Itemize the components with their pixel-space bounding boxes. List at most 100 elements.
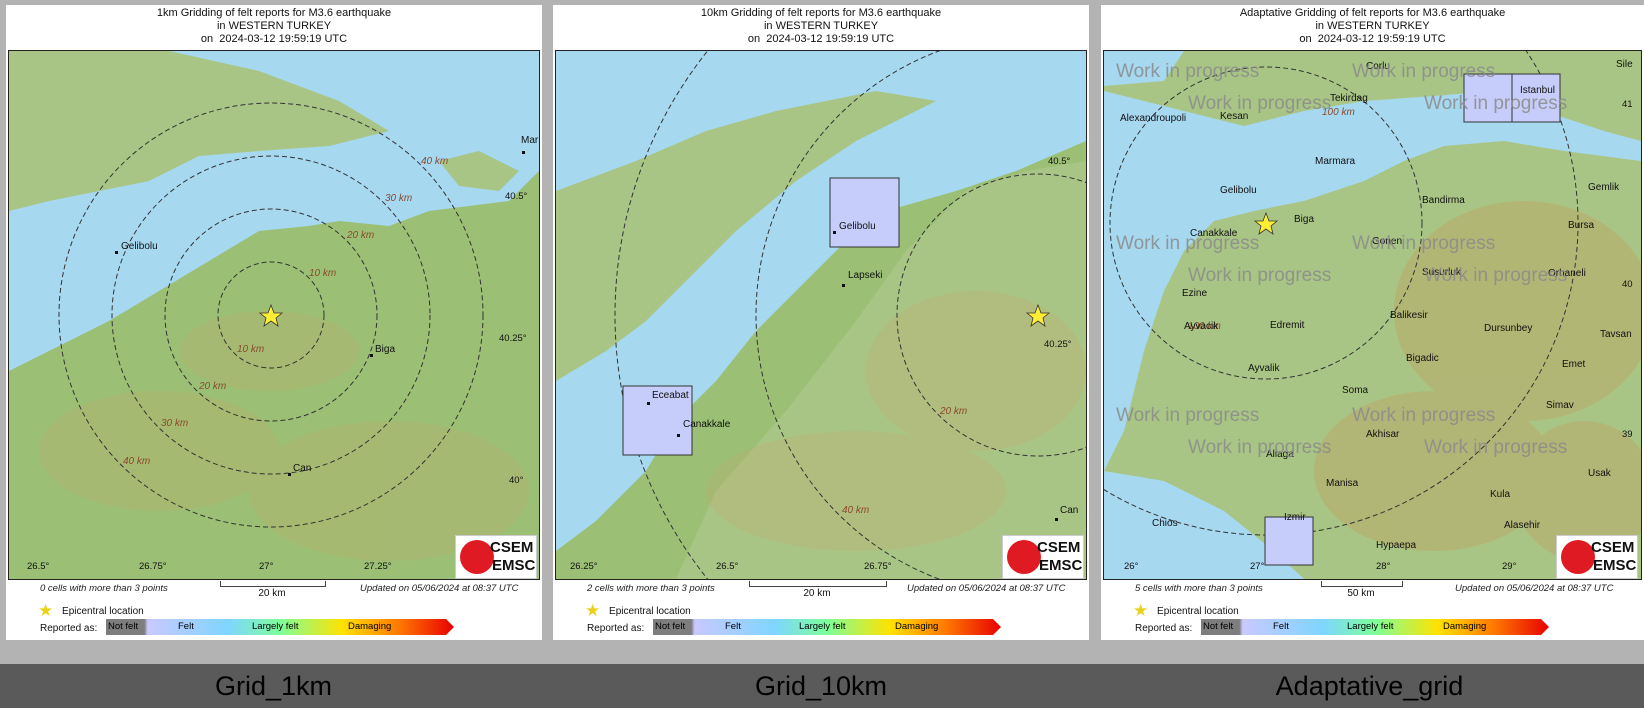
place-label: Gelibolu [121, 241, 158, 252]
distance-label: 10 km [309, 268, 336, 279]
watermark-text: Work in progress [1352, 61, 1495, 82]
place-label: Usak [1588, 468, 1612, 479]
watermark-text: Work in progress [1188, 265, 1331, 286]
place-label: Soma [1342, 385, 1369, 396]
distance-label: 40 km [842, 505, 869, 516]
legend-label: Epicentral location [609, 605, 691, 617]
place-label: Bigadic [1406, 353, 1439, 364]
place-label: Chios [1152, 518, 1178, 529]
place-label: Canakkale [683, 419, 731, 430]
place-label: Gelibolu [839, 221, 876, 232]
place-label: Can [1060, 505, 1078, 516]
place-label: Bursa [1568, 220, 1595, 231]
cells-note: 2 cells with more than 3 points [587, 583, 715, 594]
lon-tick: 26.5° [27, 561, 49, 572]
watermark-text: Work in progress [1352, 405, 1495, 426]
place-label: Emet [1562, 359, 1586, 370]
place-label: Balikesir [1390, 310, 1428, 321]
reported-as-label: Reported as: [40, 623, 98, 634]
place-label: Gelibolu [1220, 185, 1257, 196]
scale-bar [749, 581, 887, 587]
watermark-text: Work in progress [1188, 93, 1331, 114]
emsc-logo: CSEM EMSC [1002, 535, 1084, 579]
distance-label: 30 km [161, 418, 188, 429]
lon-tick: 27° [1250, 561, 1265, 572]
star-icon: ★ [585, 601, 601, 620]
level-label: Damaging [348, 621, 392, 632]
place-label: Ayvalik [1248, 363, 1280, 374]
watermark-text: Work in progress [1424, 93, 1567, 114]
intensity-scale: Not felt Felt Largely felt Damaging [106, 619, 454, 635]
distance-label: 20 km [198, 381, 226, 392]
level-label: Largely felt [252, 621, 299, 632]
lat-tick: 39 [1622, 429, 1633, 440]
level-label: Largely felt [1347, 621, 1394, 632]
level-label: Largely felt [799, 621, 846, 632]
distance-label: 20 km [346, 230, 374, 241]
lon-tick: 27° [259, 561, 274, 572]
star-icon: ★ [38, 601, 54, 620]
place-label: Kula [1490, 489, 1510, 500]
map-view[interactable]: 20 km 40 km Gelibolu Lapseki Eceabat Can… [555, 50, 1087, 580]
scale-label: 20 km [803, 588, 831, 599]
watermark-text: Work in progress [1424, 437, 1567, 458]
lon-tick: 29° [1502, 561, 1517, 572]
reported-as-label: Reported as: [587, 623, 645, 634]
cells-note: 0 cells with more than 3 points [40, 583, 168, 594]
map-title: Adaptative Gridding of felt reports for … [1101, 7, 1644, 46]
place-label: Alexandroupoli [1120, 113, 1186, 124]
map-title: 1km Gridding of felt reports for M3.6 ea… [6, 7, 542, 46]
place-label: Gemlik [1588, 182, 1620, 193]
star-icon: ★ [1133, 601, 1149, 620]
map-view[interactable]: 40 km 30 km 20 km 10 km 10 km 20 km 30 k… [8, 50, 540, 580]
place-label: Tekirdag [1330, 93, 1368, 104]
map-view[interactable]: 100 km 100 km Corlu Istanbul Sile Tekird… [1103, 50, 1642, 580]
legend-label: Epicentral location [62, 605, 144, 617]
map-sheet: 10km Gridding of felt reports for M3.6 e… [553, 5, 1089, 640]
place-label: Can [293, 463, 311, 474]
place-label: Tavsan [1600, 329, 1632, 340]
updated-note: Updated on 05/06/2024 at 08:37 UTC [907, 583, 1066, 594]
level-label: Damaging [895, 621, 939, 632]
place-label: Simav [1546, 400, 1574, 411]
lon-tick: 26.5° [716, 561, 738, 572]
place-label: Biga [1294, 214, 1314, 225]
title-line: in WESTERN TURKEY [763, 20, 879, 32]
panel-grid-1km: 1km Gridding of felt reports for M3.6 ea… [0, 0, 547, 664]
caption-grid-10km: Grid_10km [754, 671, 888, 701]
felt-cell [829, 177, 900, 248]
epicenter-legend: ★ Epicentral location [585, 601, 691, 621]
title-line: on 2024-03-12 19:59:19 UTC [747, 33, 895, 45]
watermark-text: Work in progress [1116, 405, 1259, 426]
lat-tick: 40.25° [499, 333, 527, 344]
place-label: Manisa [1326, 478, 1359, 489]
intensity-scale: Not felt Felt Largely felt Damaging [1201, 619, 1549, 635]
watermark-text: Work in progress [1352, 233, 1495, 254]
lat-tick: 40.5° [505, 191, 527, 202]
reported-as-label: Reported as: [1135, 623, 1193, 634]
intensity-scale: Not felt Felt Largely felt Damaging [653, 619, 1001, 635]
lon-tick: 26.75° [864, 561, 892, 572]
lon-tick: 26° [1124, 561, 1139, 572]
logo-text: CSEM [1037, 539, 1081, 556]
distance-label: 40 km [123, 456, 150, 467]
place-label: Bandirma [1422, 195, 1465, 206]
title-line: in WESTERN TURKEY [1315, 20, 1430, 32]
scale-bar [1321, 581, 1403, 587]
title-line: in WESTERN TURKEY [216, 20, 332, 32]
place-label: Sile [1616, 59, 1633, 70]
updated-note: Updated on 05/06/2024 at 08:37 UTC [1455, 583, 1614, 594]
place-label: Akhisar [1366, 429, 1400, 440]
level-label: Not felt [108, 621, 139, 632]
scale-label: 50 km [1347, 588, 1375, 599]
lon-tick: 26.75° [139, 561, 167, 572]
logo-text: CSEM [490, 539, 534, 556]
place-label: Edremit [1270, 320, 1305, 331]
title-line: 1km Gridding of felt reports for M3.6 ea… [156, 7, 392, 19]
place-label: Marmara [1315, 156, 1355, 167]
level-label: Felt [178, 621, 194, 632]
felt-cell [1264, 516, 1314, 566]
caption-adaptative-grid: Adaptative_grid [1275, 671, 1464, 701]
distance-label: 10 km [237, 344, 264, 355]
logo-text: CSEM [1591, 539, 1635, 556]
